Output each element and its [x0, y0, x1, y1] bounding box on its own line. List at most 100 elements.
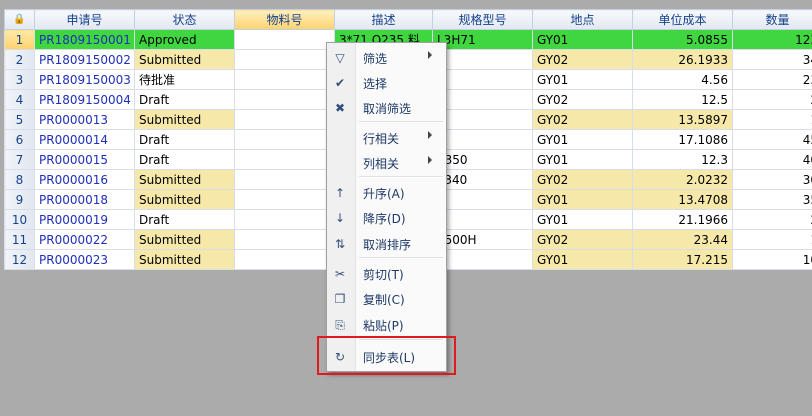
spec-cell[interactable]: Y340: [432, 169, 533, 190]
quantity-cell[interactable]: 2: [732, 89, 812, 110]
column-header-material-no[interactable]: 物料号: [234, 9, 335, 30]
menu-item-sort-descending[interactable]: ↓ 降序(D): [327, 207, 446, 229]
menu-item-select[interactable]: ✔ 选择: [327, 72, 446, 94]
row-number-cell[interactable]: 4: [4, 89, 35, 110]
unit-cost-cell[interactable]: 2.0232: [632, 169, 733, 190]
material-no-cell[interactable]: [234, 209, 335, 230]
column-header-description[interactable]: 描述: [334, 9, 433, 30]
unit-cost-cell[interactable]: 23.44: [632, 229, 733, 250]
status-cell[interactable]: Draft: [134, 209, 235, 230]
row-number-cell[interactable]: 2: [4, 49, 35, 70]
spec-cell[interactable]: S500H: [432, 229, 533, 250]
row-number-cell[interactable]: 11: [4, 229, 35, 250]
row-number-cell[interactable]: 3: [4, 69, 35, 90]
status-cell[interactable]: Draft: [134, 149, 235, 170]
column-header-quantity[interactable]: 数量: [732, 9, 812, 30]
request-no-cell[interactable]: PR0000023: [34, 249, 135, 270]
row-number-cell[interactable]: 9: [4, 189, 35, 210]
request-no-cell[interactable]: PR1809150003: [34, 69, 135, 90]
spec-cell[interactable]: [432, 49, 533, 70]
status-cell[interactable]: Submitted: [134, 109, 235, 130]
location-cell[interactable]: GY01: [532, 209, 633, 230]
row-number-cell[interactable]: 8: [4, 169, 35, 190]
quantity-cell[interactable]: 123: [732, 29, 812, 50]
status-cell[interactable]: Submitted: [134, 189, 235, 210]
location-cell[interactable]: GY01: [532, 149, 633, 170]
unit-cost-cell[interactable]: 13.5897: [632, 109, 733, 130]
status-cell[interactable]: Approved: [134, 29, 235, 50]
status-cell[interactable]: Draft: [134, 89, 235, 110]
unit-cost-cell[interactable]: 12.3: [632, 149, 733, 170]
request-no-cell[interactable]: PR0000022: [34, 229, 135, 250]
menu-item-clear-filter[interactable]: ✖ 取消筛选: [327, 97, 446, 119]
quantity-cell[interactable]: 45: [732, 129, 812, 150]
location-cell[interactable]: GY02: [532, 169, 633, 190]
spec-cell[interactable]: [432, 89, 533, 110]
spec-cell[interactable]: [432, 249, 533, 270]
quantity-cell[interactable]: 1: [732, 109, 812, 130]
quantity-cell[interactable]: 10: [732, 249, 812, 270]
menu-item-row-related[interactable]: 行相关: [327, 127, 446, 149]
location-cell[interactable]: GY01: [532, 249, 633, 270]
material-no-cell[interactable]: [234, 169, 335, 190]
status-cell[interactable]: Draft: [134, 129, 235, 150]
column-header-location[interactable]: 地点: [532, 9, 633, 30]
spec-cell[interactable]: [432, 189, 533, 210]
status-cell[interactable]: Submitted: [134, 229, 235, 250]
menu-item-sort-ascending[interactable]: ↑ 升序(A): [327, 182, 446, 204]
unit-cost-cell[interactable]: 5.0855: [632, 29, 733, 50]
row-number-cell[interactable]: 10: [4, 209, 35, 230]
unit-cost-cell[interactable]: 17.1086: [632, 129, 733, 150]
menu-item-cut[interactable]: ✂ 剪切(T): [327, 263, 446, 285]
material-no-cell[interactable]: [234, 49, 335, 70]
request-no-cell[interactable]: PR0000019: [34, 209, 135, 230]
location-cell[interactable]: GY01: [532, 29, 633, 50]
request-no-cell[interactable]: PR1809150004: [34, 89, 135, 110]
menu-item-clear-sort[interactable]: ⇅ 取消排序: [327, 233, 446, 255]
column-header-spec[interactable]: 规格型号: [432, 9, 533, 30]
material-no-cell[interactable]: [234, 109, 335, 130]
spec-cell[interactable]: [432, 209, 533, 230]
status-cell[interactable]: Submitted: [134, 169, 235, 190]
material-no-cell[interactable]: [234, 129, 335, 150]
material-no-cell[interactable]: [234, 89, 335, 110]
unit-cost-cell[interactable]: 21.1966: [632, 209, 733, 230]
material-no-cell[interactable]: [234, 29, 335, 50]
status-cell[interactable]: Submitted: [134, 249, 235, 270]
request-no-cell[interactable]: PR0000018: [34, 189, 135, 210]
spec-cell[interactable]: [432, 109, 533, 130]
status-cell[interactable]: Submitted: [134, 49, 235, 70]
unit-cost-cell[interactable]: 4.56: [632, 69, 733, 90]
lock-icon[interactable]: 🔒: [4, 9, 35, 30]
menu-item-copy[interactable]: ❐ 复制(C): [327, 288, 446, 310]
row-number-cell[interactable]: 12: [4, 249, 35, 270]
quantity-cell[interactable]: 2: [732, 209, 812, 230]
column-header-unit-cost[interactable]: 单位成本: [632, 9, 733, 30]
unit-cost-cell[interactable]: 12.5: [632, 89, 733, 110]
location-cell[interactable]: GY02: [532, 89, 633, 110]
spec-cell[interactable]: L3H71: [432, 29, 533, 50]
quantity-cell[interactable]: 30: [732, 169, 812, 190]
quantity-cell[interactable]: 1: [732, 229, 812, 250]
menu-item-filter[interactable]: ▽ 筛选: [327, 47, 446, 69]
material-no-cell[interactable]: [234, 149, 335, 170]
material-no-cell[interactable]: [234, 249, 335, 270]
quantity-cell[interactable]: 34: [732, 49, 812, 70]
row-number-cell[interactable]: 5: [4, 109, 35, 130]
material-no-cell[interactable]: [234, 69, 335, 90]
spec-cell[interactable]: [432, 69, 533, 90]
location-cell[interactable]: GY01: [532, 69, 633, 90]
column-header-status[interactable]: 状态: [134, 9, 235, 30]
material-no-cell[interactable]: [234, 189, 335, 210]
request-no-cell[interactable]: PR0000015: [34, 149, 135, 170]
unit-cost-cell[interactable]: 13.4708: [632, 189, 733, 210]
spec-cell[interactable]: S350: [432, 149, 533, 170]
row-number-cell[interactable]: 7: [4, 149, 35, 170]
row-number-cell[interactable]: 1: [4, 29, 35, 50]
unit-cost-cell[interactable]: 17.215: [632, 249, 733, 270]
quantity-cell[interactable]: 40: [732, 149, 812, 170]
row-number-cell[interactable]: 6: [4, 129, 35, 150]
menu-item-paste[interactable]: ⎘ 粘贴(P): [327, 314, 446, 336]
material-no-cell[interactable]: [234, 229, 335, 250]
status-cell[interactable]: 待批准: [134, 69, 235, 90]
